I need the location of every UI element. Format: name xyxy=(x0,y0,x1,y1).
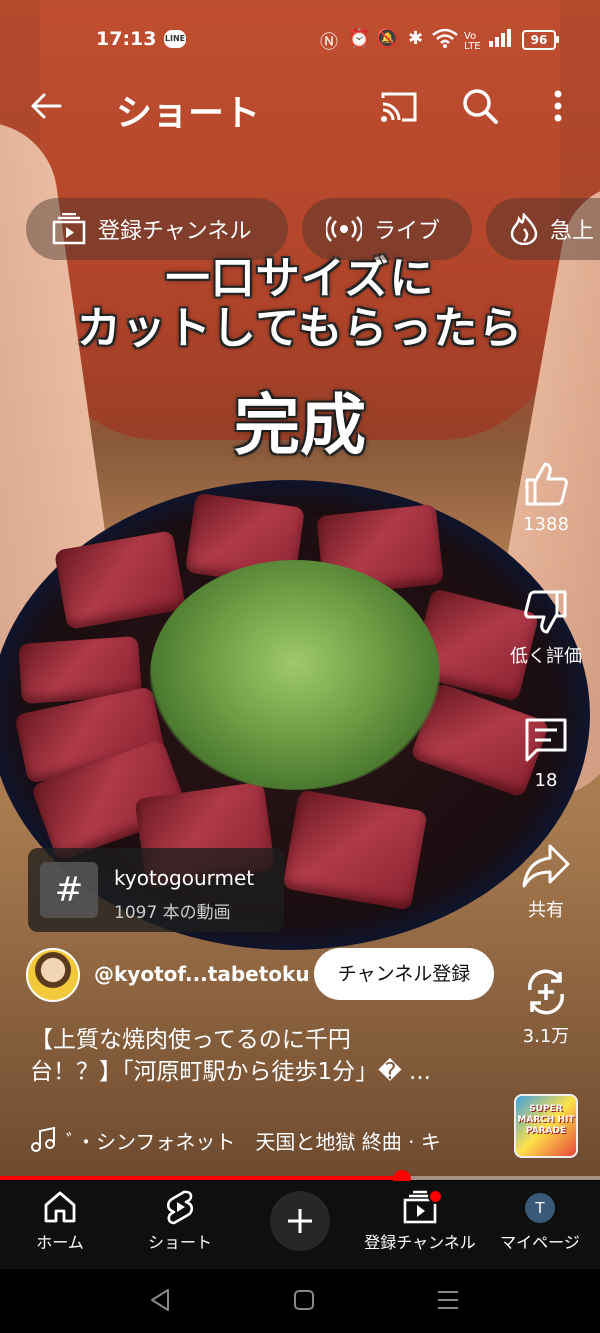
subscribe-button[interactable]: チャンネル登録 xyxy=(314,948,494,1000)
nav-subscriptions[interactable]: 登録チャンネル xyxy=(360,1189,480,1253)
nav-shorts[interactable]: ショート xyxy=(120,1189,240,1253)
nav-mypage[interactable]: T マイページ xyxy=(480,1189,600,1253)
battery-tip xyxy=(556,36,559,43)
video-title[interactable]: 【上質な焼肉使ってるのに千円 台！？】「河原町駅から徒歩1分」� ... xyxy=(30,1024,500,1088)
new-content-badge xyxy=(428,1189,443,1204)
more-vert-icon[interactable] xyxy=(548,86,568,126)
system-menu-icon[interactable] xyxy=(436,1287,460,1317)
share-icon xyxy=(522,844,570,888)
chip-trending[interactable]: 急上 xyxy=(486,198,600,260)
video-progress-fill xyxy=(0,1176,402,1180)
create-button[interactable] xyxy=(270,1191,330,1251)
nav-home[interactable]: ホーム xyxy=(0,1189,120,1253)
remix-icon xyxy=(528,969,564,1015)
dislike-button[interactable]: 低く評価 xyxy=(506,588,586,668)
mute-icon: 🔕 xyxy=(376,28,399,49)
signal-icon xyxy=(488,28,514,53)
trending-icon xyxy=(510,213,538,245)
comment-count: 18 xyxy=(534,770,558,791)
overlay-caption-line2: カットしてもらったら xyxy=(76,303,524,354)
subscriptions-icon xyxy=(52,213,86,245)
hashtag-video-count: 1097 本の動画 xyxy=(114,903,231,923)
line-app-icon: LINE xyxy=(164,30,186,48)
video-title-line2: 台！？】「河原町駅から徒歩1分」� ... xyxy=(30,1059,431,1085)
chip-label: 登録チャンネル xyxy=(98,219,252,244)
battery-icon: 96 xyxy=(522,30,556,50)
hashtag-card[interactable]: # kyotogourmet 1097 本の動画 xyxy=(28,848,284,932)
back-arrow-icon[interactable] xyxy=(28,88,64,124)
music-note-icon xyxy=(30,1126,56,1152)
music-row[interactable]: ﾞ・シンフォネット 天国と地獄 終曲 · キ xyxy=(30,1124,500,1154)
system-home-icon[interactable] xyxy=(292,1287,316,1317)
chip-label: 急上 xyxy=(550,219,595,244)
like-count: 1388 xyxy=(523,514,569,535)
thumbs-down-icon xyxy=(524,590,567,634)
overlay-caption-line3: 完成 xyxy=(234,386,366,464)
system-back-icon[interactable] xyxy=(148,1287,172,1317)
album-art-text: SUPER MARCH HIT PARADE xyxy=(517,1104,575,1136)
live-icon xyxy=(326,216,362,242)
status-bar: 17:13 LINE Ⓝ ⏰ 🔕 ✱ Vo LTE 96 xyxy=(0,0,600,70)
volte-icon: Vo LTE xyxy=(464,31,481,52)
nav-subscriptions-label: 登録チャンネル xyxy=(364,1233,476,1252)
remix-count: 3.1万 xyxy=(522,1026,570,1047)
user-avatar: T xyxy=(525,1193,555,1223)
shorts-icon xyxy=(166,1190,194,1225)
alarm-icon: ⏰ xyxy=(348,28,371,49)
like-button[interactable]: 1388 xyxy=(506,460,586,535)
music-track-text: ﾞ・シンフォネット 天国と地獄 終曲 · キ xyxy=(66,1130,441,1154)
chip-label: ライブ xyxy=(374,219,441,244)
bluetooth-icon: ✱ xyxy=(408,28,424,49)
channel-avatar[interactable] xyxy=(26,948,80,1002)
channel-row: @kyotof...tabetoku チャンネル登録 xyxy=(26,946,506,1004)
home-icon xyxy=(44,1191,76,1223)
search-icon[interactable] xyxy=(460,86,500,126)
album-art[interactable]: SUPER MARCH HIT PARADE xyxy=(514,1094,578,1158)
nav-home-label: ホーム xyxy=(36,1233,84,1252)
comment-icon xyxy=(525,718,567,762)
comments-button[interactable]: 18 xyxy=(506,716,586,791)
chip-subscriptions[interactable]: 登録チャンネル xyxy=(26,198,288,260)
nav-mypage-label: マイページ xyxy=(500,1233,580,1252)
dislike-label: 低く評価 xyxy=(510,646,582,667)
share-button[interactable]: 共有 xyxy=(506,842,586,922)
bottom-navigation: ホーム ショート 登録チャンネル T マイページ xyxy=(0,1181,600,1269)
plus-icon xyxy=(288,1209,312,1233)
video-title-line1: 【上質な焼肉使ってるのに千円 xyxy=(30,1027,351,1053)
status-time: 17:13 xyxy=(96,28,157,50)
chip-live[interactable]: ライブ xyxy=(302,198,472,260)
nav-shorts-label: ショート xyxy=(147,1233,212,1252)
page-title: ショート xyxy=(116,93,261,134)
channel-handle[interactable]: @kyotof...tabetoku xyxy=(94,962,310,986)
filter-chip-row: 登録チャンネル ライブ 急上 xyxy=(26,198,600,260)
hashtag-icon: # xyxy=(40,862,98,918)
share-label: 共有 xyxy=(528,900,564,921)
thumbs-up-icon xyxy=(525,462,568,506)
video-progress-bar[interactable] xyxy=(0,1176,600,1180)
system-navigation-bar xyxy=(0,1269,600,1333)
nfc-icon: Ⓝ xyxy=(320,32,338,53)
top-app-bar: ショート xyxy=(0,80,600,136)
video-salad xyxy=(150,560,440,790)
wifi-icon xyxy=(432,28,458,53)
remix-button[interactable]: 3.1万 xyxy=(506,968,586,1048)
cast-icon[interactable] xyxy=(380,90,418,124)
hashtag-name: kyotogourmet xyxy=(114,866,255,890)
